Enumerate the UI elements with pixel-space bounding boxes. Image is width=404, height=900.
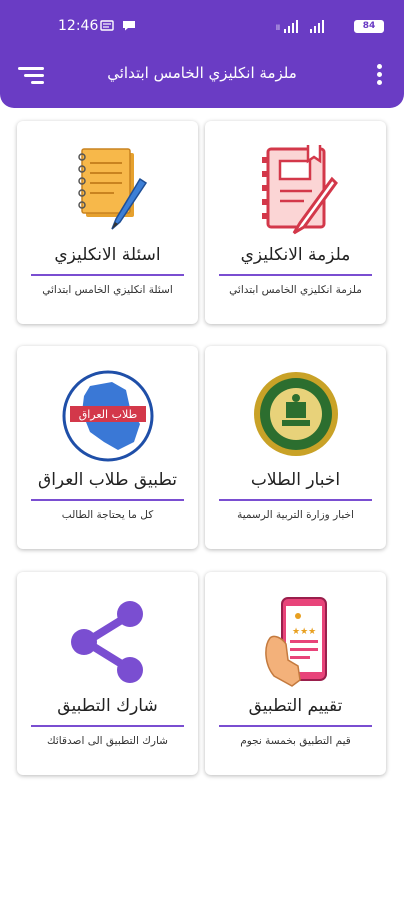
status-time: 12:46 [58,18,99,34]
card-title: شارك التطبيق [57,696,158,716]
card-student-news[interactable]: اخبار الطلاب اخبار وزارة التربية الرسمية [205,346,386,549]
card-title: ملزمة الانكليزي [240,245,351,265]
divider [31,499,184,501]
card-title: تقييم التطبيق [248,696,343,716]
divider [31,274,184,276]
ministry-seal-icon [253,372,338,456]
card-subtitle: اخبار وزارة التربية الرسمية [237,509,354,521]
card-subtitle: كل ما يحتاجة الطالب [61,509,154,521]
notification-icon [100,20,114,31]
card-subtitle: اسئلة انكليزي الخامس ابتدائي [42,284,173,296]
card-iraq-students-app[interactable]: طلاب العراق تطبيق طلاب العراق كل ما يحتا… [17,346,198,549]
svg-text:ll: ll [276,24,280,32]
card-title: اخبار الطلاب [250,470,341,490]
divider [219,274,372,276]
more-options-icon[interactable] [374,62,384,88]
notepad-pencil-icon [77,148,147,230]
iraq-map-logo-icon: طلاب العراق [62,370,153,462]
app-bar: 12:46 ll 84 ملزمة انكليزي الخامس ابتدائي [0,0,404,108]
phone-rating-icon: ★★★ [264,597,327,687]
svg-text:★★★: ★★★ [292,627,316,637]
menu-icon[interactable] [16,64,44,86]
signal-icon: ll [276,20,324,33]
notebook-pen-icon [261,145,338,235]
divider [219,725,372,727]
message-icon [123,21,135,31]
status-bar: 12:46 ll 84 [0,0,404,52]
toolbar: ملزمة انكليزي الخامس ابتدائي [0,58,404,94]
svg-text:طلاب العراق: طلاب العراق [78,408,137,421]
card-subtitle: قيم التطبيق بخمسة نجوم [240,735,351,747]
card-subtitle: ملزمة انكليزي الخامس ابتدائي [229,284,362,296]
share-icon [70,601,143,683]
divider [31,725,184,727]
card-share-app[interactable]: شارك التطبيق شارك التطبيق الى اصدقائك [17,572,198,775]
card-title: تطبيق طلاب العراق [38,470,177,490]
card-english-booklet[interactable]: ملزمة الانكليزي ملزمة انكليزي الخامس ابت… [205,121,386,324]
card-title: اسئلة الانكليزي [54,245,161,265]
card-english-questions[interactable]: اسئلة الانكليزي اسئلة انكليزي الخامس ابت… [17,121,198,324]
divider [219,499,372,501]
page-title: ملزمة انكليزي الخامس ابتدائي [107,64,297,82]
card-subtitle: شارك التطبيق الى اصدقائك [47,735,168,747]
battery-icon: 84 [354,20,384,33]
card-rate-app[interactable]: ★★★ تقييم التطبيق قيم التطبيق بخمسة نجوم [205,572,386,775]
